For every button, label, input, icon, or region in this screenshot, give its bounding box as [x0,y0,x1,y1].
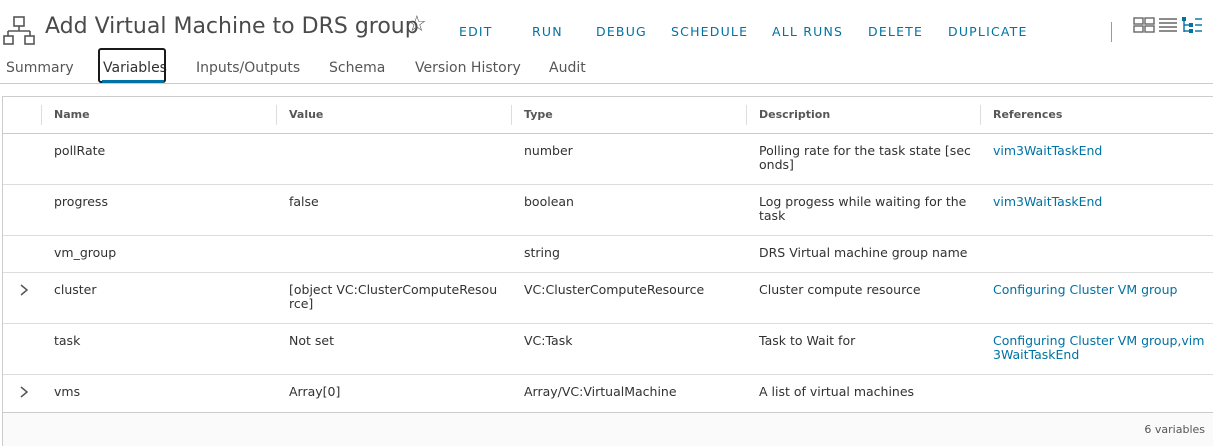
variable-description: Cluster compute resource [759,282,921,297]
variable-type: VC:ClusterComputeResource [524,282,705,297]
star-outline-icon[interactable]: ☆ [407,14,427,36]
variable-type: boolean [524,194,574,209]
page-header: Add Virtual Machine to DRS group ☆ EDIT … [0,0,1213,60]
column-header-type[interactable]: Type [524,97,553,133]
table-row[interactable]: task Not set VC:Task Task to Wait for Co… [3,324,1213,375]
card-view-icon[interactable] [1133,16,1155,34]
table-row[interactable]: pollRate number Polling rate for the tas… [3,134,1213,185]
variable-name: cluster [54,282,97,297]
tree-view-icon[interactable] [1181,16,1203,34]
variable-type: VC:Task [524,333,573,348]
variable-name: progress [54,194,108,209]
variable-reference-link[interactable]: Configuring Cluster VM group,vim3WaitTas… [993,334,1207,362]
variable-value: Array[0] [289,384,341,399]
chevron-right-icon[interactable] [17,385,31,399]
all-runs-button[interactable]: ALL RUNS [772,24,843,39]
variable-type: number [524,143,573,158]
table-row[interactable]: vm_group string DRS Virtual machine grou… [3,236,1213,273]
column-header-name[interactable]: Name [54,97,90,133]
table-row[interactable]: cluster [object VC:ClusterComputeResourc… [3,273,1213,324]
variables-grid: Name Value Type Description References p… [2,96,1213,446]
variable-description: DRS Virtual machine group name [759,245,968,260]
variable-value: Not set [289,333,334,348]
column-header-description[interactable]: Description [759,97,830,133]
variable-reference-link[interactable]: Configuring Cluster VM group [993,283,1207,297]
variable-description: A list of virtual machines [759,384,915,399]
tab-bar: Summary Variables Inputs/Outputs Schema … [0,52,1213,84]
column-separator [41,105,42,125]
variable-value: [object VC:ClusterComputeResource] [289,282,498,311]
column-header-value[interactable]: Value [289,97,323,133]
tab-schema[interactable]: Schema [329,52,385,84]
edit-button[interactable]: EDIT [459,24,493,39]
column-separator[interactable] [276,105,277,125]
variable-name: pollRate [54,143,106,158]
variable-description: Log progess while waiting for the task [759,194,967,223]
tab-audit[interactable]: Audit [549,52,586,84]
grid-header: Name Value Type Description References [3,97,1213,134]
tab-version-history[interactable]: Version History [415,52,521,84]
variable-type: Array/VC:VirtualMachine [524,384,677,399]
delete-button[interactable]: DELETE [868,24,923,39]
variable-count: 6 variables [1144,423,1205,436]
page-title: Add Virtual Machine to DRS group [45,14,419,39]
table-row[interactable]: vms Array[0] Array/VC:VirtualMachine A l… [3,375,1213,412]
chevron-right-icon[interactable] [17,283,31,297]
variable-name: task [54,333,81,348]
tab-focus-ring [98,48,166,83]
column-separator[interactable] [511,105,512,125]
list-view-icon[interactable] [1157,16,1179,34]
column-separator[interactable] [746,105,747,125]
tab-summary[interactable]: Summary [6,52,74,84]
variable-type: string [524,245,560,260]
toolbar-divider [1111,22,1112,42]
debug-button[interactable]: DEBUG [596,24,647,39]
variable-description: Polling rate for the task state [seconds… [759,143,971,172]
variable-value: false [289,194,319,209]
variable-description: Task to Wait for [759,333,856,348]
variable-name: vms [54,384,81,399]
variable-name: vm_group [54,245,117,260]
tab-inputs-outputs[interactable]: Inputs/Outputs [196,52,300,84]
workflow-icon [3,16,35,45]
table-row[interactable]: progress false boolean Log progess while… [3,185,1213,236]
variable-reference-link[interactable]: vim3WaitTaskEnd [993,144,1207,158]
tabs-divider [0,83,1213,84]
variable-reference-link[interactable]: vim3WaitTaskEnd [993,195,1207,209]
column-header-references[interactable]: References [993,97,1062,133]
column-separator[interactable] [980,105,981,125]
duplicate-button[interactable]: DUPLICATE [948,24,1028,39]
schedule-button[interactable]: SCHEDULE [671,24,748,39]
run-button[interactable]: RUN [532,24,563,39]
grid-footer: 6 variables [3,412,1213,446]
